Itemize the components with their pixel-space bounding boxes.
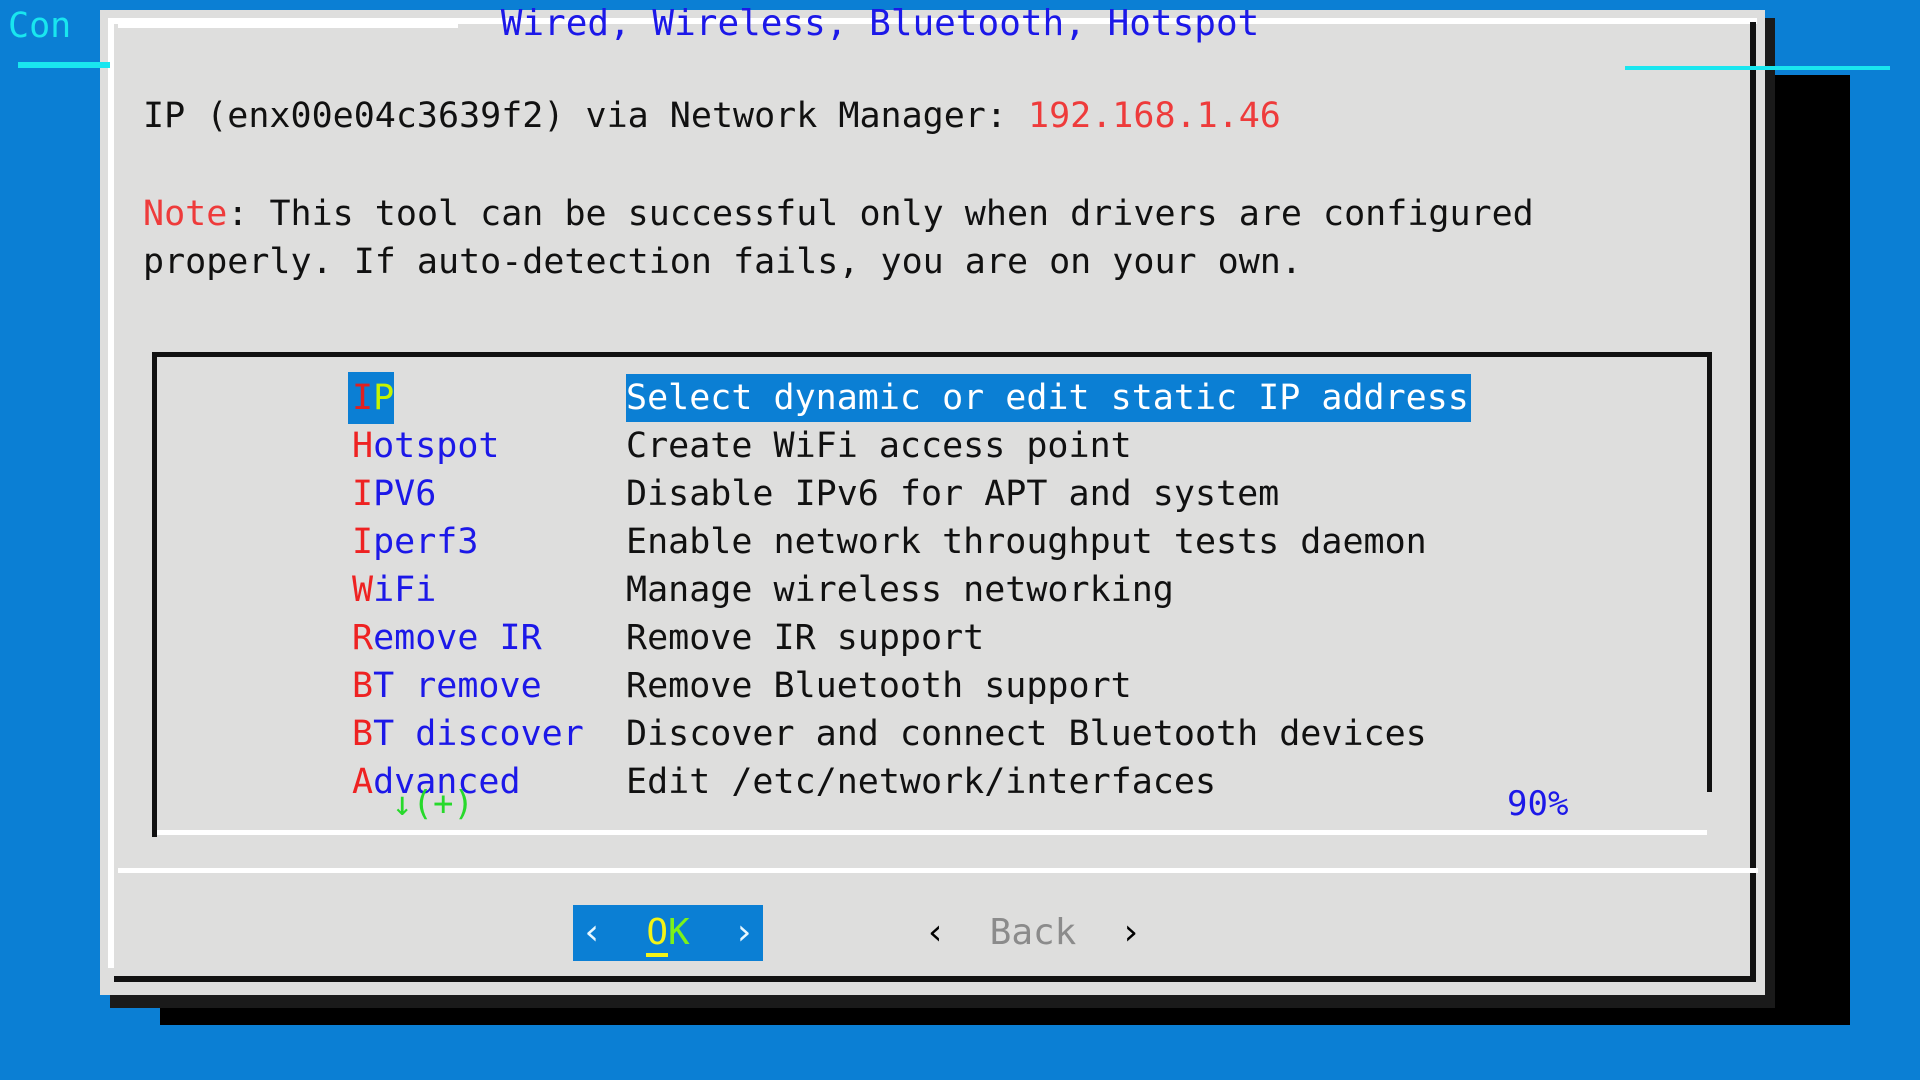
button-separator [118, 868, 1758, 873]
menu-item-ipv6[interactable]: IPV6 Disable IPv6 for APT and system [152, 470, 1712, 518]
menu-item-hotkey: B [352, 714, 374, 754]
topbar-title: Con [8, 6, 72, 46]
menu-item-tag: Iperf3 [352, 518, 478, 566]
menu-item-wifi[interactable]: WiFi Manage wireless networking [152, 566, 1712, 614]
menu-item-description: Remove Bluetooth support [626, 666, 1132, 706]
menu-item-hotkey: H [352, 426, 374, 466]
menu-item-advanced[interactable]: Advanced Edit /etc/network/interfaces [152, 758, 1712, 806]
menu-item-hotspot[interactable]: Hotspot Create WiFi access point [152, 422, 1712, 470]
menu-item-description: Discover and connect Bluetooth devices [626, 714, 1427, 754]
menu-item-remove-ir[interactable]: Remove IR Remove IR support [152, 614, 1712, 662]
note-paragraph: Note: This tool can be successful only w… [143, 190, 1743, 286]
menu-item-bt-discover[interactable]: BT discover Discover and connect Bluetoot… [152, 710, 1712, 758]
menu-item-tag: WiFi [352, 566, 436, 614]
menu-items: IP Select dynamic or edit static IP addre… [152, 374, 1712, 806]
menu-item-tag-rest: emove IR [373, 618, 542, 658]
menu-listbox[interactable]: IP Select dynamic or edit static IP addre… [152, 352, 1712, 837]
scroll-percent-label: 90% [1507, 784, 1569, 824]
menu-item-tag: IP [352, 374, 395, 422]
menu-item-tag-rest: PV6 [373, 474, 437, 514]
menu-item-hotkey: I [352, 378, 374, 418]
menu-item-tag: BT remove [352, 662, 542, 710]
ok-button-label: K [668, 912, 690, 953]
listbox-border-bottom [157, 830, 1707, 835]
menu-item-hotkey: A [352, 762, 374, 802]
menu-item-tag: Remove IR [352, 614, 542, 662]
topbar-secondary-underline [1625, 66, 1890, 70]
dialog-bevel-right [1750, 22, 1756, 982]
dialog-bevel-left [108, 18, 114, 968]
note-text: : This tool can be successful only when … [143, 194, 1555, 282]
menu-item-tag: IPV6 [352, 470, 436, 518]
screen: Con Wired, Wireless, Bluetooth, Hotspot … [0, 0, 1920, 1080]
menu-item-bt-remove[interactable]: BT remove Remove Bluetooth support [152, 662, 1712, 710]
back-button-label: Back [989, 912, 1077, 953]
menu-item-ip[interactable]: IP Select dynamic or edit static IP addre… [152, 374, 1712, 422]
listbox-border-top [152, 352, 1712, 357]
menu-item-tag-rest: T remove [373, 666, 542, 706]
scroll-down-indicator[interactable]: ↓(+) [392, 784, 474, 824]
menu-item-description: Create WiFi access point [626, 426, 1132, 466]
back-right-chevron-icon: › [1119, 912, 1142, 953]
menu-item-tag-rest: iFi [373, 570, 437, 610]
menu-item-hotkey: I [352, 474, 374, 514]
menu-item-tag: BT discover [352, 710, 584, 758]
menu-item-hotkey: R [352, 618, 374, 658]
menu-item-hotkey: W [352, 570, 374, 610]
note-label: Note [143, 194, 228, 234]
menu-item-description: Edit /etc/network/interfaces [626, 762, 1217, 802]
menu-item-tag-rest: perf3 [373, 522, 479, 562]
menu-item-tag-rest: otspot [373, 426, 500, 466]
dialog-bevel-bottom [114, 976, 1756, 982]
menu-item-description: Remove IR support [626, 618, 985, 658]
menu-item-iperf3[interactable]: Iperf3 Enable network throughput tests da… [152, 518, 1712, 566]
back-left-chevron-icon: ‹ [924, 912, 947, 953]
dialog-buttons: ‹ OK › ‹ Back › [118, 905, 1758, 971]
ip-address-value: 192.168.1.46 [1028, 96, 1281, 136]
menu-item-tag-rest: T discover [373, 714, 584, 754]
menu-item-hotkey: I [352, 522, 374, 562]
menu-item-tag-rest: P [373, 378, 395, 418]
ok-left-chevron-icon: ‹ [581, 912, 603, 953]
ok-button[interactable]: ‹ OK › [573, 905, 763, 961]
menu-item-description: Select dynamic or edit static IP address [626, 374, 1471, 422]
dialog-title: Wired, Wireless, Bluetooth, Hotspot [500, 3, 1260, 44]
menu-item-description: Disable IPv6 for APT and system [626, 474, 1280, 514]
menu-item-description: Enable network throughput tests daemon [626, 522, 1427, 562]
menu-item-hotkey: B [352, 666, 374, 706]
ip-status-line: IP (enx00e04c3639f2) via Network Manager… [143, 95, 1281, 137]
menu-item-description: Manage wireless networking [626, 570, 1174, 610]
ok-button-hotkey: O [646, 912, 668, 957]
menu-item-tag: Hotspot [352, 422, 500, 470]
back-button[interactable]: ‹ Back › [918, 905, 1148, 961]
ip-status-prefix: IP (enx00e04c3639f2) via Network Manager… [143, 96, 1029, 136]
topbar-active-tab-underline [18, 62, 110, 68]
ok-right-chevron-icon: › [733, 912, 755, 953]
